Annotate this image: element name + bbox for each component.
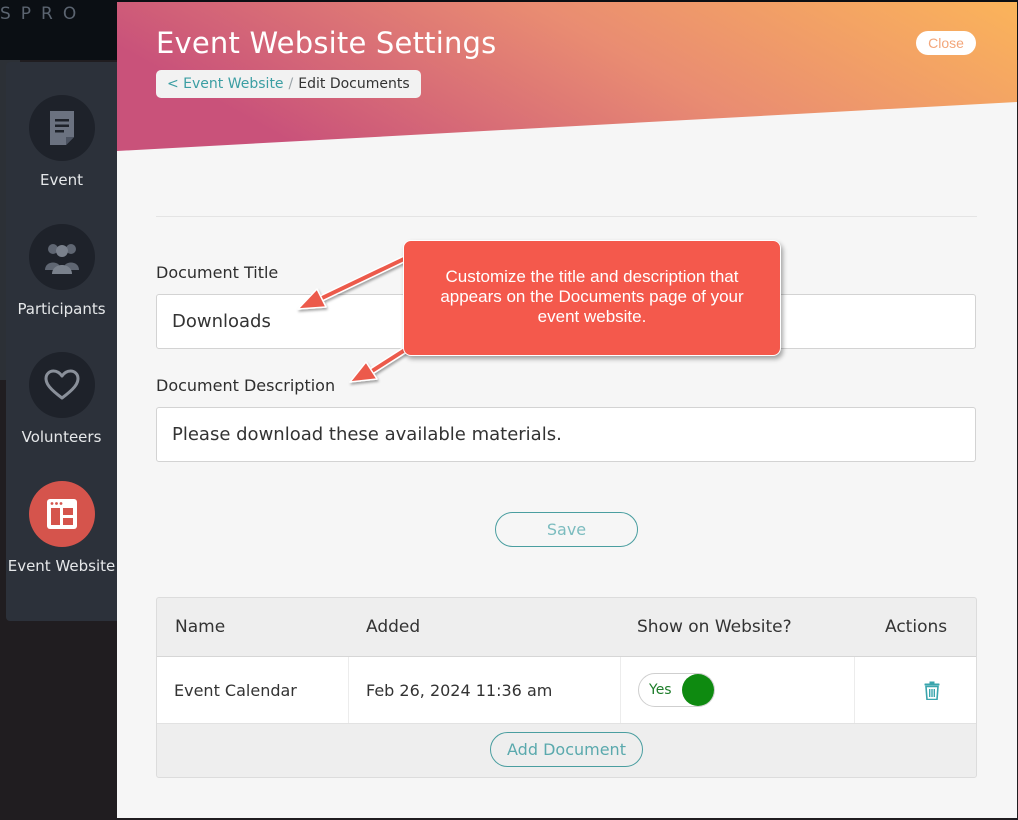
cell-actions: [855, 657, 976, 723]
sidebar-item-event-circle: [28, 95, 95, 161]
breadcrumb-current: Edit Documents: [298, 76, 410, 92]
sidebar-item-event-website-circle: [28, 481, 95, 547]
show-on-website-toggle[interactable]: Yes: [638, 673, 715, 707]
column-header-show-on-website: Show on Website?: [637, 617, 792, 637]
sidebar-item-volunteers[interactable]: Volunteers: [6, 352, 117, 448]
sidebar-item-label: Event Website: [7, 557, 116, 575]
table-header: Name Added Show on Website? Actions: [157, 598, 976, 657]
cell-added: Feb 26, 2024 11:36 am: [349, 657, 621, 723]
callout-annotation: Customize the title and description that…: [403, 240, 781, 356]
column-header-actions: Actions: [885, 617, 948, 637]
heart-icon: [44, 369, 79, 400]
participants-icon: [44, 244, 79, 274]
toggle-label: Yes: [649, 682, 672, 698]
sidebar-item-volunteers-circle: [28, 352, 95, 418]
sidebar-item-event[interactable]: Event: [6, 95, 117, 191]
sidebar-item-label: Event: [40, 171, 83, 189]
website-layout-icon: [46, 499, 77, 529]
settings-panel: Event Website Settings Close < Event Web…: [117, 2, 1017, 818]
trash-icon[interactable]: [924, 681, 940, 700]
breadcrumb-event-website-link[interactable]: < Event Website: [167, 76, 284, 92]
breadcrumb-separator: /: [288, 76, 294, 92]
document-icon: [49, 111, 74, 145]
table-row: Event Calendar Feb 26, 2024 11:36 am Yes: [157, 657, 976, 724]
document-description-label: Document Description: [156, 376, 336, 395]
sidebar-item-participants-circle: [28, 224, 95, 290]
sidebar: Event Participants Volunteers Event Webs…: [6, 62, 126, 621]
page-title: Event Website Settings: [156, 26, 497, 60]
cell-show-on-website: Yes: [621, 657, 855, 723]
save-button[interactable]: Save: [495, 512, 638, 547]
document-description-input[interactable]: [156, 407, 976, 462]
documents-table: Name Added Show on Website? Actions Even…: [156, 597, 977, 778]
document-title-label: Document Title: [156, 263, 279, 282]
column-header-name: Name: [175, 617, 226, 637]
breadcrumb: < Event Website / Edit Documents: [156, 70, 421, 98]
toggle-knob: [682, 674, 714, 706]
sidebar-item-participants[interactable]: Participants: [6, 224, 117, 320]
sidebar-item-event-website[interactable]: Event Website: [6, 481, 117, 577]
sidebar-item-label: Volunteers: [21, 428, 102, 446]
cell-name: Event Calendar: [157, 657, 349, 723]
column-header-added: Added: [366, 617, 421, 637]
background-brand-text: SPRO: [0, 4, 87, 24]
close-button[interactable]: Close: [916, 31, 976, 55]
sidebar-item-label: Participants: [17, 300, 106, 318]
add-document-button[interactable]: Add Document: [490, 732, 643, 767]
section-divider: [156, 216, 977, 217]
